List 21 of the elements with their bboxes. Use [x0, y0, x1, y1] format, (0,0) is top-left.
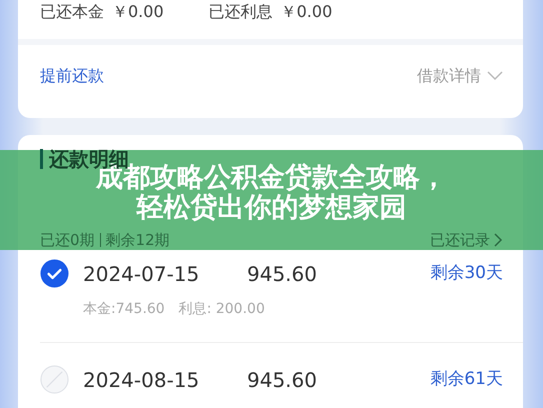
paid-periods: 已还0期 [40, 230, 95, 251]
summary-label: 已还利息 [208, 1, 273, 23]
principal-text: 本金:745.60 [83, 300, 165, 318]
interest-text: 利息: 200.00 [178, 300, 265, 318]
summary-value: ￥0.00 [280, 1, 332, 23]
remaining-periods: 剩余12期 [106, 230, 170, 251]
due-date: 2024-07-15 [83, 260, 200, 288]
loan-details-toggle[interactable]: 借款详情 [417, 64, 503, 88]
history-link[interactable]: 已还记录 [430, 229, 503, 252]
due-date: 2024-08-15 [83, 366, 200, 394]
chevron-down-icon [487, 71, 503, 81]
summary-value: ￥0.00 [112, 1, 164, 23]
chevron-right-icon [494, 233, 503, 248]
checked-checkbox[interactable] [40, 259, 69, 288]
amount: 945.60 [247, 366, 318, 394]
days-remaining: 剩余61天 [430, 368, 503, 391]
prepay-link[interactable]: 提前还款 [40, 64, 104, 88]
banner-title-line: 轻松贷出你的梦想家园 [136, 193, 406, 224]
summary-label: 已还本金 [40, 1, 104, 23]
amount: 945.60 [247, 260, 318, 288]
days-remaining: 剩余30天 [430, 262, 503, 285]
